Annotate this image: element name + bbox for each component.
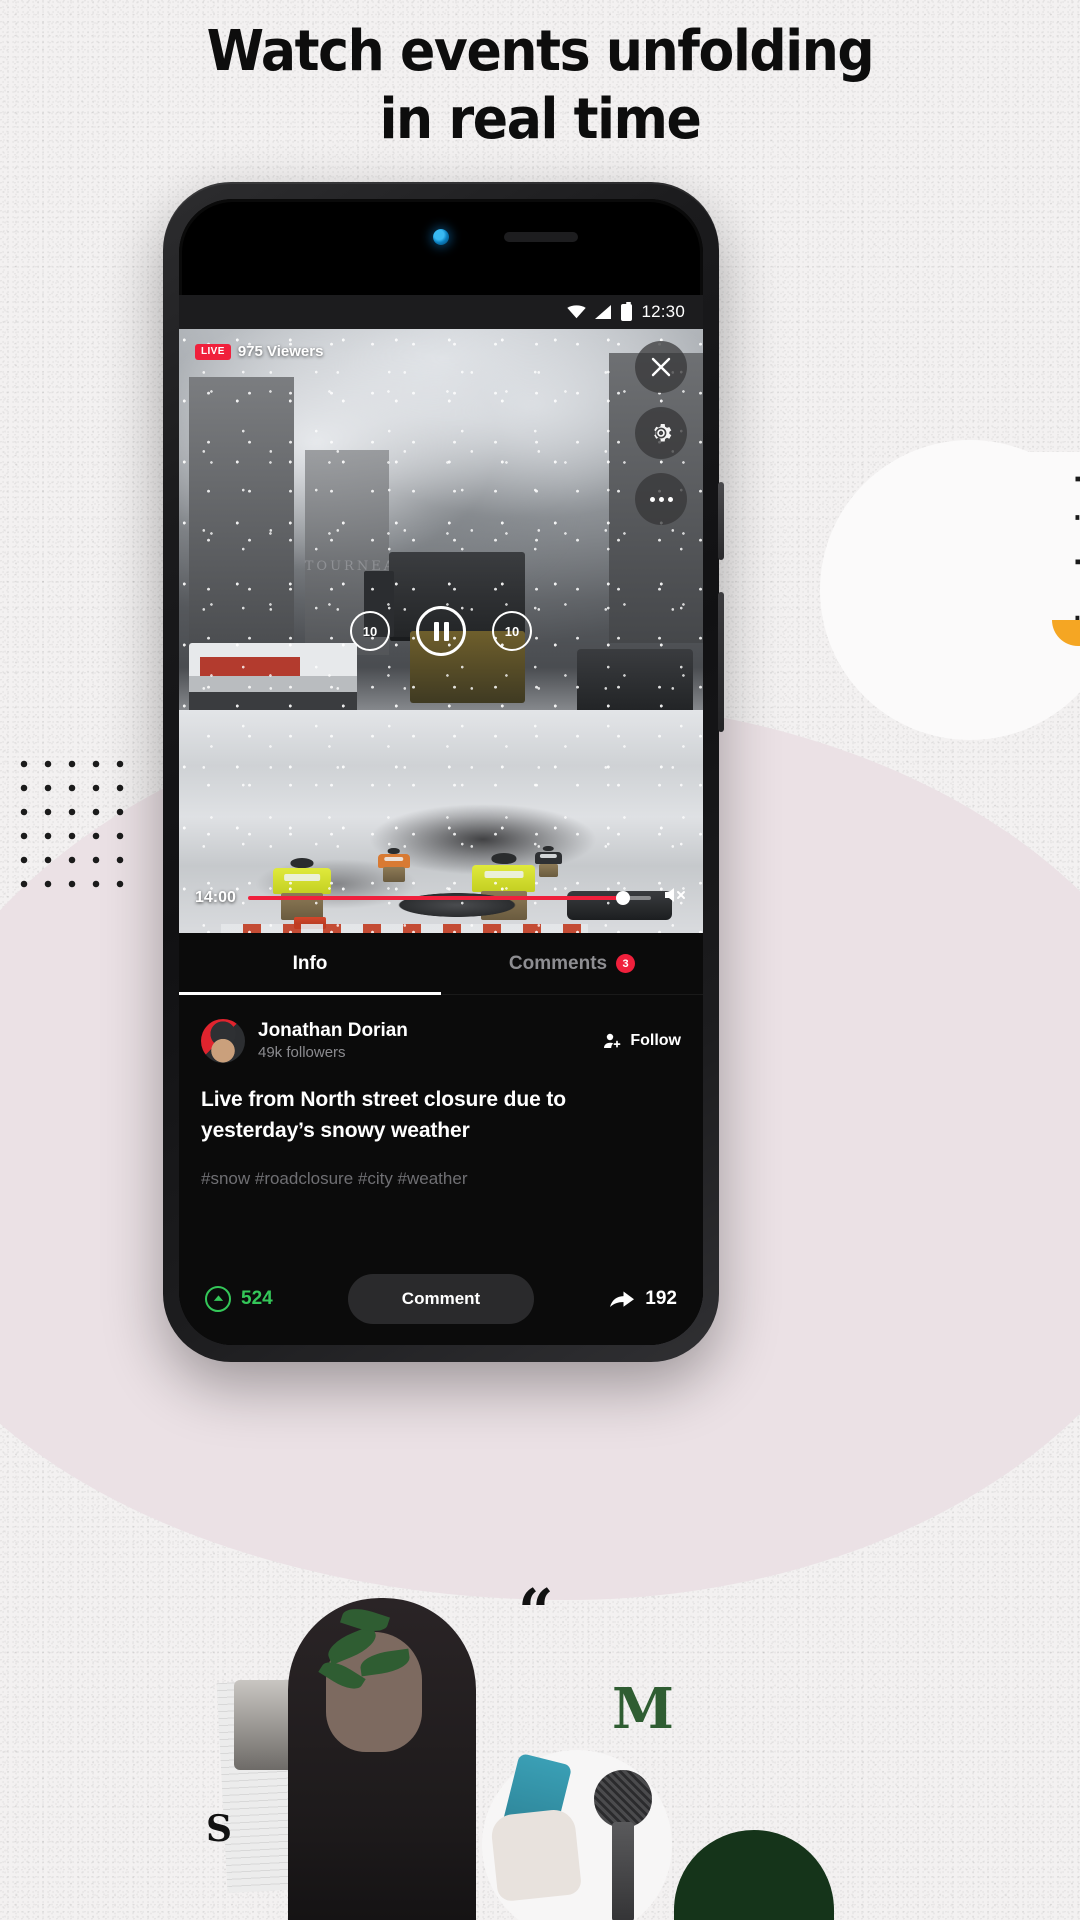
battery-icon <box>621 301 633 321</box>
rewind-10-label: 10 <box>362 623 378 639</box>
tab-info-label: Info <box>292 952 328 974</box>
collage-hand <box>489 1807 583 1903</box>
video-progress-slider[interactable] <box>247 890 651 905</box>
mute-icon <box>665 888 685 902</box>
status-bar-clock: 12:30 <box>641 302 685 321</box>
action-bar: 524 Comment 192 <box>179 1253 703 1345</box>
comments-count-badge: 3 <box>616 954 636 973</box>
close-button[interactable] <box>635 341 687 393</box>
phone-screen-bezel: 12:30 TOURNEAU LIVE 975 Viewers 10 10 14… <box>179 199 703 1345</box>
headline-line-2: in real time <box>379 87 702 153</box>
tab-comments[interactable]: Comments 3 <box>441 933 703 994</box>
follow-button[interactable]: Follow <box>602 1031 681 1051</box>
content-tabs: Info Comments 3 <box>179 933 703 995</box>
video-transport-controls: 10 10 <box>350 606 532 656</box>
broadcaster-followers: 49k followers <box>258 1043 346 1061</box>
app-screen: 12:30 TOURNEAU LIVE 975 Viewers 10 10 14… <box>179 295 703 1345</box>
settings-button[interactable] <box>635 407 687 459</box>
comment-button[interactable]: Comment <box>347 1274 535 1324</box>
video-progress-row: 14:00 <box>179 884 703 911</box>
video-barrier <box>220 924 588 933</box>
rewind-10-button[interactable]: 10 <box>350 611 390 651</box>
broadcaster-text: Jonathan Dorian 49k followers <box>258 1019 408 1063</box>
upvote-count: 524 <box>241 1288 273 1309</box>
collage-dark-blob <box>674 1830 834 1920</box>
live-status-group: LIVE 975 Viewers <box>195 343 323 360</box>
collage-quote-mark: “ <box>518 1574 554 1648</box>
collage-letter-m: M <box>612 1676 674 1742</box>
video-progress-fill <box>247 895 623 900</box>
signal-icon <box>595 305 612 319</box>
upvote-button[interactable]: 524 <box>205 1286 273 1312</box>
stream-title: Live from North street closure due to ye… <box>201 1088 567 1142</box>
earpiece-speaker <box>503 232 578 242</box>
video-person-background-2 <box>535 846 562 878</box>
gear-icon <box>654 424 672 442</box>
avatar[interactable] <box>201 1019 245 1063</box>
decor-sticker-right: rious mind. elcome. <box>960 452 1080 638</box>
tab-info[interactable]: Info <box>179 933 441 995</box>
video-person-background <box>378 848 410 882</box>
phone-volume-button[interactable] <box>718 592 724 732</box>
upvote-icon <box>205 1286 231 1312</box>
collage-plant <box>318 1603 414 1724</box>
collage-letter-s: S <box>206 1808 232 1850</box>
video-progress-handle[interactable] <box>615 890 630 905</box>
stream-tags: #snow #roadclosure #city #weather <box>201 1168 468 1188</box>
video-side-controls <box>635 341 687 525</box>
info-panel: Jonathan Dorian 49k followers Follow Liv… <box>179 995 703 1253</box>
headline-line-1: Watch events unfolding <box>206 19 875 84</box>
wifi-icon <box>567 305 587 319</box>
forward-10-label: 10 <box>504 623 520 639</box>
live-badge: LIVE <box>195 343 231 360</box>
video-building-left <box>189 377 295 644</box>
front-camera-icon <box>433 229 449 245</box>
forward-10-button[interactable]: 10 <box>492 611 532 651</box>
phone-device: 12:30 TOURNEAU LIVE 975 Viewers 10 10 14… <box>163 182 724 1362</box>
close-icon <box>651 357 671 377</box>
share-icon <box>610 1291 635 1307</box>
pause-icon <box>433 621 439 641</box>
page-title: Watch events unfolding in real time <box>38 18 1042 155</box>
tab-comments-label: Comments <box>508 952 608 974</box>
broadcaster-name: Jonathan Dorian <box>258 1020 408 1041</box>
mute-button[interactable] <box>663 884 687 911</box>
collage-microphone <box>588 1770 656 1920</box>
live-video-player[interactable]: TOURNEAU LIVE 975 Viewers 10 10 14:00 <box>179 329 703 933</box>
share-button[interactable]: 192 <box>609 1288 677 1310</box>
add-person-icon <box>604 1033 621 1048</box>
video-elapsed-time: 14:00 <box>195 888 236 906</box>
more-options-button[interactable] <box>635 473 687 525</box>
phone-power-button[interactable] <box>718 482 724 560</box>
decor-collage: “ M S <box>0 1540 1080 1920</box>
decor-dot-grid <box>12 752 130 900</box>
broadcaster-row: Jonathan Dorian 49k followers Follow <box>201 1019 681 1063</box>
follow-label: Follow <box>630 1032 681 1049</box>
share-count: 192 <box>645 1288 677 1309</box>
more-options-icon <box>649 496 673 502</box>
viewer-count: 975 Viewers <box>237 343 324 360</box>
pause-button[interactable] <box>416 606 466 656</box>
status-bar: 12:30 <box>179 295 703 329</box>
decor-text-2: elcome. <box>1072 466 1080 585</box>
